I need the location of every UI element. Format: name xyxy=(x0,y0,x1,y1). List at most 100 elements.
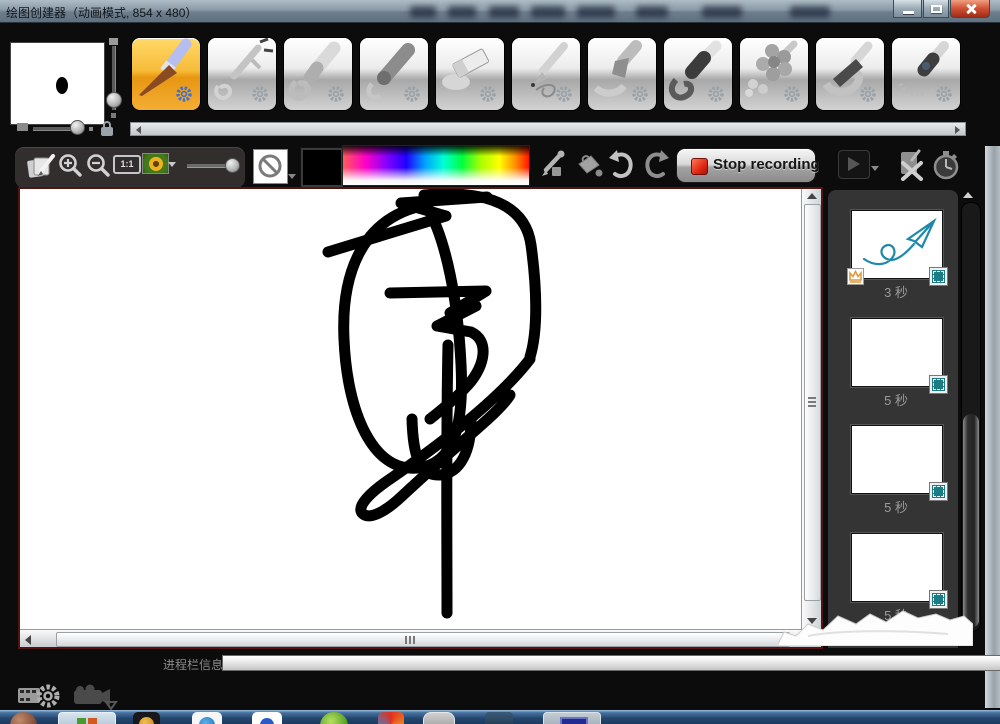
tool-crayon[interactable] xyxy=(360,38,428,110)
maximize-button[interactable] xyxy=(923,0,949,18)
play-dropdown-icon[interactable] xyxy=(871,166,879,171)
redo-icon[interactable] xyxy=(642,149,672,181)
taskbar-app-4[interactable] xyxy=(192,712,222,724)
frames-scroll-up-icon[interactable] xyxy=(963,192,973,198)
taskbar-app-5[interactable] xyxy=(252,712,282,724)
frame-duration: 5 秒 xyxy=(884,393,908,408)
stop-recording-button[interactable]: Stop recording xyxy=(676,148,820,183)
no-color-dropdown-icon[interactable] xyxy=(288,174,296,179)
actual-size-button[interactable]: 1:1 xyxy=(113,155,141,174)
brush-size-dot xyxy=(56,77,68,94)
edit-pages-icon[interactable] xyxy=(25,152,57,182)
canvas-horizontal-scrollbar[interactable] xyxy=(20,629,821,647)
background-picker-dropdown-icon[interactable] xyxy=(168,162,176,167)
minimize-icon xyxy=(903,11,914,14)
taskbar-app-10[interactable] xyxy=(543,712,601,724)
taskbar-app-7[interactable] xyxy=(378,712,404,724)
taskbar-app-1[interactable] xyxy=(10,712,37,724)
brush-preview xyxy=(10,42,105,125)
tool-highlighter[interactable] xyxy=(588,38,656,110)
frame-thumbnail-4[interactable] xyxy=(851,533,947,608)
vertical-slider-bottom-cap xyxy=(111,113,116,118)
window-title: 绘图创建器（动画模式, 854 x 480） xyxy=(6,6,198,20)
titlebar-menu-item[interactable] xyxy=(577,6,615,18)
tool-airbrush[interactable] xyxy=(208,38,276,110)
tools-scroll-right-icon[interactable] xyxy=(955,126,960,134)
settings-gear-icon[interactable] xyxy=(16,680,62,710)
canvas-scroll-up-icon[interactable] xyxy=(807,193,817,199)
titlebar-menu-item[interactable] xyxy=(636,6,668,18)
taskbar[interactable] xyxy=(0,710,1000,724)
frame-thumbnail-1[interactable] xyxy=(847,210,947,285)
tool-paintbrush[interactable] xyxy=(132,38,200,110)
titlebar-menu-item[interactable] xyxy=(531,6,565,18)
minimize-button[interactable] xyxy=(893,0,922,18)
canvas-vertical-scrollbar[interactable] xyxy=(801,189,821,629)
drawing-canvas[interactable] xyxy=(20,188,801,629)
video-camera-icon[interactable] xyxy=(68,684,118,710)
play-icon xyxy=(848,157,860,171)
tools-scrollbar[interactable] xyxy=(130,122,966,136)
frame-duration: 3 秒 xyxy=(884,285,908,300)
zoom-in-icon[interactable] xyxy=(57,152,85,180)
tool-eraser[interactable] xyxy=(436,38,504,110)
eyedropper-icon[interactable] xyxy=(537,150,567,180)
lock-icon[interactable] xyxy=(101,121,113,136)
tools-scroll-left-icon[interactable] xyxy=(136,126,141,134)
close-button[interactable] xyxy=(950,0,990,18)
zoom-slider-thumb[interactable] xyxy=(225,158,240,173)
record-stop-square-icon xyxy=(691,158,708,175)
undo-icon[interactable] xyxy=(606,149,636,181)
titlebar-menu-item[interactable] xyxy=(448,6,476,18)
progress-label: 进程栏信息 xyxy=(163,658,224,672)
brush-opacity-slider-thumb[interactable] xyxy=(106,92,122,108)
background-image-picker[interactable] xyxy=(142,153,169,174)
titlebar-menu-item[interactable] xyxy=(790,6,830,18)
tool-flower-stamp[interactable] xyxy=(740,38,808,110)
drawing-creator-window: 绘图创建器（动画模式, 854 x 480） 1:1 Stop recordin… xyxy=(0,0,1000,724)
paint-bucket-icon[interactable] xyxy=(572,150,604,180)
frame-duration: 5 秒 xyxy=(884,500,908,515)
view-controls-panel: 1:1 xyxy=(15,147,245,188)
tool-copy-marker[interactable] xyxy=(284,38,352,110)
close-icon xyxy=(965,3,977,15)
tool-smudge-brush[interactable] xyxy=(892,38,960,110)
frames-scrollbar[interactable] xyxy=(961,202,981,632)
taskbar-app-9[interactable] xyxy=(485,712,513,724)
taskbar-app-3[interactable] xyxy=(133,712,160,724)
stop-recording-label: Stop recording xyxy=(713,156,820,173)
titlebar-menu-item[interactable] xyxy=(702,6,742,18)
maximize-icon xyxy=(931,5,942,13)
tool-wet-brush[interactable] xyxy=(816,38,884,110)
canvas-hscroll-thumb[interactable] xyxy=(56,632,790,647)
prohibition-icon xyxy=(258,154,282,178)
brush-size-slider-thumb[interactable] xyxy=(70,120,85,135)
frame-thumbnail-3[interactable] xyxy=(851,425,947,500)
progress-bar xyxy=(222,655,1000,671)
taskbar-app-2[interactable] xyxy=(58,712,116,724)
titlebar-menu-item[interactable] xyxy=(410,6,436,18)
titlebar[interactable]: 绘图创建器（动画模式, 854 x 480） xyxy=(0,0,1000,23)
color-spectrum-picker[interactable] xyxy=(342,145,530,186)
page-curl[interactable] xyxy=(778,606,973,646)
canvas-scroll-left-icon[interactable] xyxy=(25,635,31,645)
tool-pencil[interactable] xyxy=(512,38,580,110)
window-right-edge xyxy=(985,146,1000,708)
titlebar-menu-item[interactable] xyxy=(489,6,519,18)
horizontal-slider-end-dot xyxy=(89,127,93,131)
tool-charcoal[interactable] xyxy=(664,38,732,110)
frames-sidebar: 3 秒 5 秒 5 秒 5 秒 xyxy=(828,190,958,648)
current-color-swatch[interactable] xyxy=(301,148,343,187)
taskbar-app-8[interactable] xyxy=(423,712,455,724)
vertical-slider-top-cap xyxy=(109,38,118,45)
zoom-out-icon[interactable] xyxy=(85,152,113,180)
canvas-vscroll-thumb[interactable] xyxy=(804,204,821,601)
frames-scroll-thumb[interactable] xyxy=(963,414,979,628)
delete-frame-icon[interactable] xyxy=(895,149,927,181)
no-color-swatch[interactable] xyxy=(253,149,288,184)
taskbar-app-6[interactable] xyxy=(320,712,348,724)
horizontal-slider-left-cap xyxy=(17,123,28,131)
timer-icon[interactable] xyxy=(931,149,961,181)
play-button[interactable] xyxy=(838,150,870,179)
frame-thumbnail-2[interactable] xyxy=(851,318,947,393)
